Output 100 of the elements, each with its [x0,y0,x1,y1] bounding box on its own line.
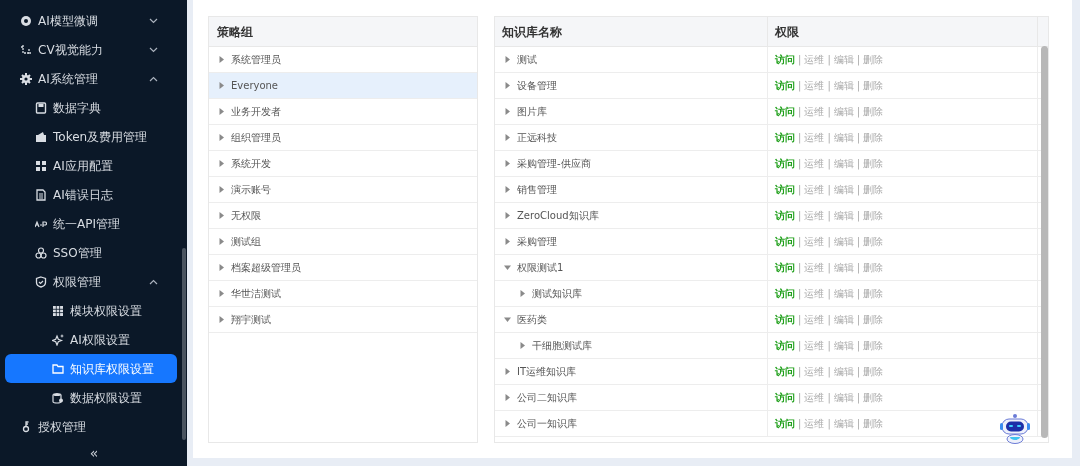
menu-item[interactable]: 知识库权限设置 [5,354,177,383]
menu-item[interactable]: 数据字典 [0,93,182,122]
separator: | [855,235,862,249]
document-icon [35,188,47,201]
permission-toggle[interactable]: 删除 [863,286,884,301]
menu-item[interactable]: AI错误日志 [0,180,182,209]
permission-toggle[interactable]: 编辑 [833,312,854,327]
permission-toggle[interactable]: 运维 [804,182,825,197]
tree-item[interactable]: 公司一知识库 [495,411,768,436]
permission-toggle[interactable]: 删除 [863,338,884,353]
permission-toggle[interactable]: 运维 [804,52,825,67]
permission-toggle[interactable]: 访问 [775,78,795,93]
permission-toggle[interactable]: 编辑 [833,234,854,249]
permission-toggle[interactable]: 删除 [863,208,884,223]
menu-item[interactable]: AI模型微调 [0,6,182,35]
collapse-button[interactable]: « [84,444,104,462]
robot-assistant-icon[interactable] [998,412,1032,444]
table-icon [52,304,64,317]
permission-toggle[interactable]: 访问 [775,234,795,249]
permission-toggle[interactable]: 删除 [863,234,884,249]
scrollbar[interactable] [182,248,186,440]
permission-toggle[interactable]: 删除 [863,156,884,171]
permission-toggle[interactable]: 编辑 [833,338,854,353]
permission-toggle[interactable]: 访问 [775,208,795,223]
permission-toggle[interactable]: 删除 [863,364,884,379]
menu-item[interactable]: 授权管理 [0,412,182,441]
permission-toggle[interactable]: 删除 [863,416,884,431]
tree-item[interactable]: 图片库 [495,99,768,124]
permission-toggle[interactable]: 运维 [804,338,825,353]
menu-item[interactable]: 数据权限设置 [0,383,182,412]
permission-toggle[interactable]: 编辑 [833,208,854,223]
permission-toggle[interactable]: 编辑 [833,130,854,145]
permission-toggle[interactable]: 访问 [775,338,795,353]
menu-item[interactable]: SSO管理 [0,238,182,267]
permission-toggle[interactable]: 编辑 [833,52,854,67]
permission-toggle[interactable]: 编辑 [833,182,854,197]
tree-item[interactable]: 正远科技 [495,125,768,150]
tree-item[interactable]: 设备管理 [495,73,768,98]
permission-toggle[interactable]: 删除 [863,182,884,197]
tree-item[interactable]: IT运维知识库 [495,359,768,384]
permission-toggle[interactable]: 运维 [804,208,825,223]
permission-toggle[interactable]: 运维 [804,416,825,431]
permission-toggle[interactable]: 运维 [804,260,825,275]
permission-toggle[interactable]: 访问 [775,104,795,119]
permission-toggle[interactable]: 访问 [775,182,795,197]
permission-toggle[interactable]: 编辑 [833,416,854,431]
permission-toggle[interactable]: 编辑 [833,286,854,301]
menu-item[interactable]: AI系统管理 [0,64,182,93]
permission-toggle[interactable]: 删除 [863,260,884,275]
permission-toggle[interactable]: 运维 [804,390,825,405]
permission-toggle[interactable]: 运维 [804,104,825,119]
permission-toggle[interactable]: 编辑 [833,260,854,275]
tree-item[interactable]: 测试知识库 [495,281,768,306]
permission-toggle[interactable]: 运维 [804,286,825,301]
menu-item[interactable]: CV视觉能力 [0,35,182,64]
tree-item[interactable]: 采购管理 [495,229,768,254]
menu-item[interactable]: Token及费用管理 [0,122,182,151]
permission-toggle[interactable]: 访问 [775,130,795,145]
separator: | [797,105,803,119]
permission-toggle[interactable]: 删除 [863,130,884,145]
permission-toggle[interactable]: 删除 [863,104,884,119]
tree-item[interactable]: Everyone [209,73,477,99]
menu-item[interactable]: AI应用配置 [0,151,182,180]
database-icon [52,391,64,404]
permission-toggle[interactable]: 删除 [863,78,884,93]
permission-toggle[interactable]: 访问 [775,52,795,67]
menu-item[interactable]: AI权限设置 [0,325,182,354]
permission-toggle[interactable]: 运维 [804,312,825,327]
permission-toggle[interactable]: 运维 [804,156,825,171]
tree-item[interactable]: 测试 [495,47,768,72]
permission-toggle[interactable]: 编辑 [833,104,854,119]
permission-toggle[interactable]: 删除 [863,52,884,67]
tree-item[interactable]: 公司二知识库 [495,385,768,410]
tree-item[interactable]: 采购管理-供应商 [495,151,768,176]
scrollbar[interactable] [1041,46,1048,438]
permission-toggle[interactable]: 访问 [775,390,795,405]
menu-item[interactable]: 统一API管理 [0,209,182,238]
menu-item[interactable]: 模块权限设置 [0,296,182,325]
tree-item[interactable]: 干细胞测试库 [495,333,768,358]
tree-item[interactable]: 销售管理 [495,177,768,202]
permission-toggle[interactable]: 删除 [863,390,884,405]
permission-toggle[interactable]: 运维 [804,364,825,379]
permission-toggle[interactable]: 访问 [775,364,795,379]
tree-item[interactable]: ZeroCloud知识库 [495,203,768,228]
tree-item[interactable]: 权限测试1 [495,255,768,280]
permission-toggle[interactable]: 访问 [775,286,795,301]
permission-toggle[interactable]: 删除 [863,312,884,327]
permission-toggle[interactable]: 访问 [775,156,795,171]
tree-item[interactable]: 医药类 [495,307,768,332]
permission-toggle[interactable]: 运维 [804,130,825,145]
permission-toggle[interactable]: 编辑 [833,78,854,93]
permission-toggle[interactable]: 编辑 [833,390,854,405]
permission-toggle[interactable]: 运维 [804,234,825,249]
menu-item[interactable]: 权限管理 [0,267,182,296]
permission-toggle[interactable]: 编辑 [833,156,854,171]
permission-toggle[interactable]: 运维 [804,78,825,93]
permission-toggle[interactable]: 访问 [775,260,795,275]
permission-toggle[interactable]: 访问 [775,416,795,431]
permission-toggle[interactable]: 访问 [775,312,795,327]
permission-toggle[interactable]: 编辑 [833,364,854,379]
